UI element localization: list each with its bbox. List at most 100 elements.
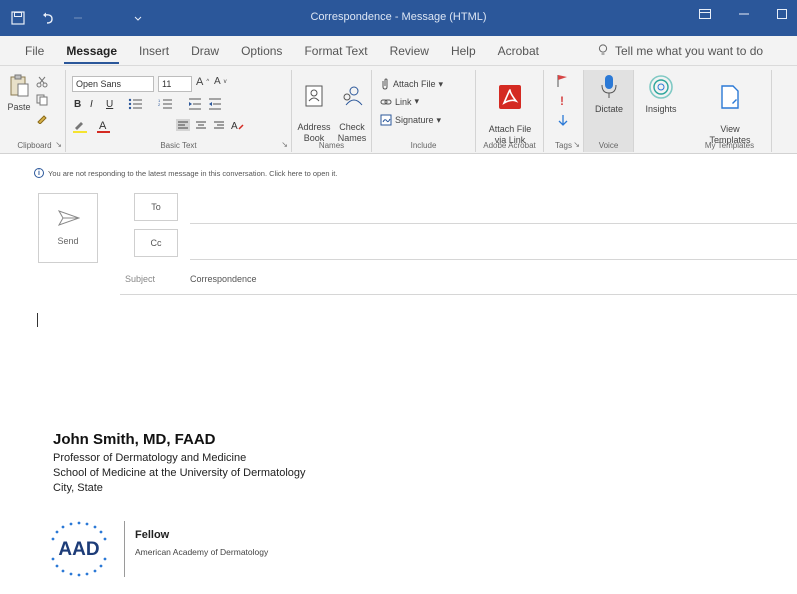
lightbulb-icon	[598, 44, 608, 59]
paste-button[interactable]: Paste	[6, 74, 32, 113]
align-center-icon[interactable]	[195, 119, 207, 131]
restore-icon[interactable]	[777, 7, 787, 22]
conversation-infobar[interactable]: i You are not responding to the latest m…	[34, 168, 337, 178]
basic-text-label: Basic Text	[160, 141, 197, 150]
basic-text-launcher-icon[interactable]: ↘	[281, 140, 288, 149]
ribbon: Paste Clipboard ↘ Open Sans 11 A ^ Av B I…	[0, 66, 797, 154]
aad-fellow-badge: AAD Fellow American Academy of Dermatolo…	[42, 515, 322, 583]
check-names-icon	[343, 86, 363, 106]
link-icon	[380, 99, 392, 104]
clear-formatting-icon[interactable]: A	[231, 119, 245, 131]
check-names-button[interactable]: Check Names	[334, 74, 370, 144]
names-group: Address Book Check Names Names	[292, 70, 372, 152]
names-label: Names	[318, 141, 345, 150]
send-button[interactable]: Send	[38, 193, 98, 263]
bold-button[interactable]: B	[74, 99, 81, 110]
acrobat-icon	[499, 85, 521, 109]
adobe-acrobat-label: Adobe Acrobat	[483, 141, 536, 150]
clipboard-group: Paste Clipboard ↘	[4, 70, 66, 152]
to-field[interactable]	[190, 223, 797, 224]
aad-org-name: American Academy of Dermatology	[135, 547, 269, 557]
decrease-indent-icon[interactable]	[188, 98, 202, 110]
microphone-icon	[601, 75, 617, 98]
tab-format-text[interactable]: Format Text	[293, 44, 378, 58]
tags-launcher-icon[interactable]: ↘	[573, 140, 580, 149]
italic-button[interactable]: I	[90, 99, 93, 110]
ribbon-display-icon[interactable]	[699, 7, 711, 22]
tell-me-text: Tell me what you want to do	[615, 44, 764, 58]
window-title: Correspondence - Message (HTML)	[310, 11, 487, 23]
attach-file-button[interactable]: Attach File ▾	[380, 78, 443, 90]
insights-button[interactable]: Insights	[638, 74, 684, 115]
paste-icon	[10, 74, 29, 97]
attach-via-link-button[interactable]: Attach File via Link	[480, 74, 540, 146]
insights-icon	[649, 75, 673, 99]
title-bar: Correspondence - Message (HTML)	[0, 0, 797, 36]
low-importance-icon[interactable]	[558, 114, 568, 126]
voice-label: Voice	[598, 141, 619, 150]
to-button[interactable]: To	[134, 193, 178, 221]
numbering-icon[interactable]: 12	[158, 98, 174, 110]
subject-underline	[120, 294, 797, 295]
signature-icon	[380, 114, 392, 126]
highlight-icon[interactable]	[72, 119, 90, 133]
signature-button[interactable]: Signature ▾	[380, 114, 441, 126]
include-label: Include	[410, 141, 437, 150]
tab-draw[interactable]: Draw	[180, 44, 230, 58]
subject-label: Subject	[125, 274, 156, 284]
cut-icon[interactable]	[36, 76, 48, 88]
link-button[interactable]: Link ▾	[380, 96, 419, 107]
minimize-icon[interactable]	[739, 7, 749, 22]
basic-text-group: Open Sans 11 A ^ Av B I U 12 A A Basic T…	[66, 70, 292, 152]
signature-name: John Smith, MD, FAAD	[53, 431, 216, 448]
include-group: Attach File ▾ Link ▾ Signature ▾ Include	[372, 70, 476, 152]
subject-field[interactable]: Correspondence	[190, 274, 257, 284]
clipboard-launcher-icon[interactable]: ↘	[55, 140, 62, 149]
font-color-icon[interactable]: A	[96, 119, 112, 133]
my-templates-group: View Templates My Templates	[688, 70, 772, 152]
tab-help[interactable]: Help	[440, 44, 487, 58]
info-icon: i	[34, 168, 44, 178]
high-importance-icon[interactable]: !	[560, 94, 564, 108]
view-templates-button[interactable]: View Templates	[698, 74, 762, 146]
address-book-icon	[305, 85, 323, 107]
grow-font-icon[interactable]: A ^	[196, 76, 209, 88]
signature-title: Professor of Dermatology and Medicine	[53, 452, 247, 464]
tags-group: ! Tags ↘	[544, 70, 584, 152]
tab-acrobat[interactable]: Acrobat	[487, 44, 550, 58]
cc-field[interactable]	[190, 259, 797, 260]
bullets-icon[interactable]	[128, 98, 144, 110]
send-label: Send	[57, 236, 79, 246]
adobe-acrobat-group: Attach File via Link Adobe Acrobat	[476, 70, 544, 152]
shrink-font-icon[interactable]: Av	[214, 76, 227, 87]
svg-text:2: 2	[158, 102, 161, 107]
tab-file[interactable]: File	[14, 44, 55, 58]
increase-indent-icon[interactable]	[208, 98, 222, 110]
follow-up-flag-icon[interactable]	[556, 74, 570, 88]
send-icon	[58, 210, 80, 226]
font-size-box[interactable]: 11	[158, 76, 192, 92]
copy-icon[interactable]	[36, 94, 48, 106]
aad-logo: AAD	[51, 521, 107, 577]
my-templates-label: My Templates	[704, 141, 755, 150]
tab-review[interactable]: Review	[379, 44, 440, 58]
signature-school: School of Medicine at the University of …	[53, 467, 306, 479]
address-book-button[interactable]: Address Book	[296, 74, 332, 144]
dictate-button[interactable]: Dictate	[586, 74, 632, 115]
menu-bar: File Message Insert Draw Options Format …	[0, 36, 797, 66]
align-left-icon[interactable]	[176, 119, 190, 131]
tab-options[interactable]: Options	[230, 44, 293, 58]
align-right-icon[interactable]	[213, 119, 225, 131]
insights-group: Insights	[634, 70, 688, 152]
underline-button[interactable]: U	[106, 99, 113, 110]
tab-insert[interactable]: Insert	[128, 44, 180, 58]
fellow-label: Fellow	[135, 529, 170, 541]
tell-me-box[interactable]: Tell me what you want to do	[598, 44, 763, 59]
font-name-box[interactable]: Open Sans	[72, 76, 154, 92]
aad-divider	[124, 521, 125, 577]
infobar-text: You are not responding to the latest mes…	[48, 168, 338, 178]
paperclip-icon	[382, 78, 388, 90]
tab-message[interactable]: Message	[55, 44, 128, 64]
format-painter-icon[interactable]	[36, 112, 48, 124]
cc-button[interactable]: Cc	[134, 229, 178, 257]
